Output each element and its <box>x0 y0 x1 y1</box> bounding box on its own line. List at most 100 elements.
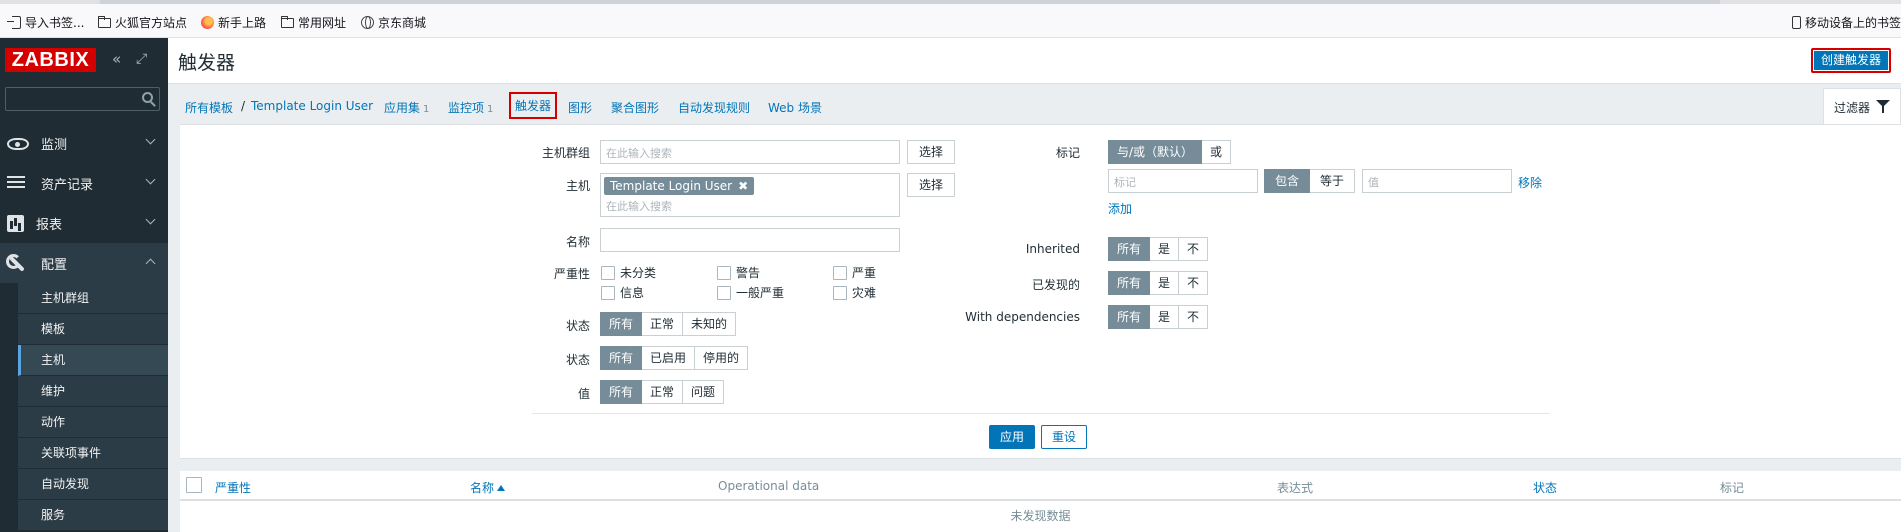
discovered-no[interactable]: 不 <box>1179 271 1209 295</box>
host-group-input[interactable]: 在此输入搜索 <box>600 140 900 164</box>
bookmark-getting-started[interactable]: 新手上路 <box>201 14 266 30</box>
value-all[interactable]: 所有 <box>600 380 643 404</box>
checkbox[interactable] <box>717 285 731 300</box>
tags-mode-segmented: 与/或（默认） 或 <box>1108 140 1232 164</box>
checkbox[interactable] <box>717 265 731 280</box>
tag-name-input[interactable]: 标记 <box>1108 169 1258 193</box>
globe-icon <box>361 15 374 29</box>
dependencies-segmented: 所有 是 不 <box>1108 305 1209 329</box>
bookmark-import[interactable]: 导入书签... <box>7 14 85 30</box>
collapse-sidebar-icon[interactable]: « <box>112 50 121 68</box>
checkbox[interactable] <box>601 285 615 300</box>
name-label: 名称 <box>565 235 590 249</box>
bookmark-common-sites[interactable]: 常用网址 <box>281 14 346 30</box>
severity-warning[interactable]: 警告 <box>717 264 760 281</box>
host-chip[interactable]: Template Login User ✖ <box>604 177 755 195</box>
menu-monitoring[interactable]: 监测 <box>0 123 168 163</box>
tags-mode-or[interactable]: 或 <box>1202 140 1232 164</box>
tab-label: 监控项 <box>448 101 485 115</box>
tags-mode-and-or[interactable]: 与/或（默认） <box>1108 140 1203 164</box>
column-name[interactable]: 名称 <box>470 479 506 496</box>
inherited-all[interactable]: 所有 <box>1108 237 1151 261</box>
tab-items[interactable]: 监控项 1 <box>448 99 493 116</box>
search-icon[interactable] <box>142 92 153 103</box>
dependencies-no[interactable]: 不 <box>1179 305 1209 329</box>
reset-button[interactable]: 重设 <box>1041 425 1088 449</box>
tag-add-link[interactable]: 添加 <box>1108 200 1132 217</box>
bookmark-mobile[interactable]: 移动设备上的书签 <box>1792 14 1901 30</box>
submenu-host-groups[interactable]: 主机群组 <box>18 283 168 314</box>
status-enabled[interactable]: 已启用 <box>642 346 696 370</box>
menu-reports[interactable]: 报表 <box>0 203 168 243</box>
value-ok[interactable]: 正常 <box>642 380 684 404</box>
bookmark-jd[interactable]: 京东商城 <box>361 14 426 30</box>
checkbox[interactable] <box>833 265 847 280</box>
zabbix-logo[interactable]: ZABBIX <box>5 48 96 72</box>
submenu-templates[interactable]: 模板 <box>18 314 168 345</box>
host-select-button[interactable]: 选择 <box>907 173 955 197</box>
column-severity[interactable]: 严重性 <box>215 479 251 496</box>
create-trigger-button[interactable]: 创建触发器 <box>1810 48 1891 73</box>
filter-tab[interactable]: 过滤器 <box>1823 88 1901 124</box>
chevron-down-icon <box>145 174 156 185</box>
dependencies-yes[interactable]: 是 <box>1150 305 1180 329</box>
bookmark-firefox-site[interactable]: 火狐官方站点 <box>98 14 187 30</box>
inherited-yes[interactable]: 是 <box>1150 237 1180 261</box>
submenu-maintenance[interactable]: 维护 <box>18 376 168 407</box>
severity-average[interactable]: 一般严重 <box>717 284 784 301</box>
name-input[interactable] <box>600 228 900 252</box>
submenu-discovery[interactable]: 自动发现 <box>18 469 168 500</box>
severity-information[interactable]: 信息 <box>601 284 644 301</box>
submenu-actions[interactable]: 动作 <box>18 407 168 438</box>
severity-not-classified[interactable]: 未分类 <box>601 264 656 281</box>
checkbox[interactable] <box>601 265 615 280</box>
triggers-table: 严重性 名称 Operational data 表达式 状态 标记 未发现数据 <box>180 471 1901 532</box>
column-operational-data: Operational data <box>718 479 820 493</box>
menu-inventory[interactable]: 资产记录 <box>0 163 168 203</box>
tab-graphs[interactable]: 图形 <box>568 99 592 116</box>
value-problem[interactable]: 问题 <box>683 380 725 404</box>
filter-icon <box>1876 100 1890 113</box>
menu-configuration[interactable]: 配置 <box>0 243 168 283</box>
severity-disaster[interactable]: 灾难 <box>833 284 876 301</box>
submenu-event-correlation[interactable]: 关联项事件 <box>18 438 168 469</box>
state-normal[interactable]: 正常 <box>642 312 684 336</box>
bookmark-label: 导入书签... <box>25 15 85 30</box>
state-all[interactable]: 所有 <box>600 312 643 336</box>
column-status[interactable]: 状态 <box>1533 479 1557 496</box>
empty-table-message: 未发现数据 <box>1010 509 1071 523</box>
state-unknown[interactable]: 未知的 <box>683 312 737 336</box>
inherited-no[interactable]: 不 <box>1179 237 1209 261</box>
breadcrumb-template[interactable]: Template Login User <box>251 99 373 113</box>
discovered-yes[interactable]: 是 <box>1150 271 1180 295</box>
tab-screens[interactable]: 聚合图形 <box>611 99 659 116</box>
sidebar-search-input[interactable] <box>5 87 160 111</box>
status-all[interactable]: 所有 <box>600 346 643 370</box>
status-disabled[interactable]: 停用的 <box>695 346 749 370</box>
submenu-hosts[interactable]: 主机 <box>18 345 168 376</box>
tag-operator-contains[interactable]: 包含 <box>1264 169 1311 193</box>
filter-panel: 主机群组 在此输入搜索 选择 主机 Template Login User ✖ 在… <box>180 124 1901 459</box>
select-all-checkbox[interactable] <box>186 477 202 493</box>
tag-value-input[interactable]: 值 <box>1362 169 1512 193</box>
tab-discovery-rules[interactable]: 自动发现规则 <box>678 99 750 116</box>
remove-chip-icon[interactable]: ✖ <box>738 179 748 193</box>
host-chip-label: Template Login User <box>610 179 733 193</box>
host-search-placeholder[interactable]: 在此输入搜索 <box>606 198 672 214</box>
discovered-all[interactable]: 所有 <box>1108 271 1151 295</box>
tab-applications[interactable]: 应用集 1 <box>384 99 429 116</box>
dependencies-all[interactable]: 所有 <box>1108 305 1151 329</box>
menu-label: 报表 <box>36 217 63 233</box>
tab-triggers[interactable]: 触发器 <box>509 92 558 119</box>
submenu-services[interactable]: 服务 <box>18 500 168 531</box>
host-group-select-button[interactable]: 选择 <box>907 140 955 164</box>
breadcrumb-all-templates[interactable]: 所有模板 <box>185 99 233 116</box>
checkbox[interactable] <box>833 285 847 300</box>
severity-high[interactable]: 严重 <box>833 264 876 281</box>
kiosk-mode-icon[interactable]: ⤢ <box>136 50 147 68</box>
tab-web-scenarios[interactable]: Web 场景 <box>768 99 822 116</box>
tag-operator-equals[interactable]: 等于 <box>1310 169 1356 193</box>
checkbox-label: 信息 <box>620 286 645 300</box>
tag-remove-link[interactable]: 移除 <box>1518 174 1542 191</box>
apply-button[interactable]: 应用 <box>989 425 1036 449</box>
